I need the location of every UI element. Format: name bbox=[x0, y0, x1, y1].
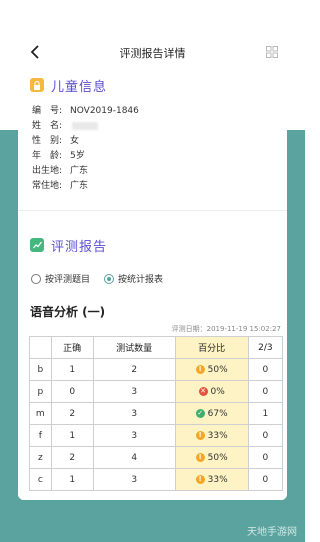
option-label: 按统计报表 bbox=[118, 275, 164, 285]
cell-count: 3 bbox=[92, 424, 176, 447]
table-header-row: 正确 测试数量 百分比 2/3 bbox=[29, 336, 284, 359]
child-info-card: 儿童信息 编 号: NOV2019-1846 姓 名: 性 别: 女 年 龄: … bbox=[18, 74, 287, 211]
top-bar: 评测报告详情 bbox=[18, 38, 287, 68]
child-info-header: 儿童信息 bbox=[18, 74, 287, 96]
info-row-gender: 性 别: 女 bbox=[32, 134, 287, 149]
back-button[interactable] bbox=[28, 45, 42, 61]
cell-sound: f bbox=[29, 424, 52, 447]
cell-sound: c bbox=[29, 468, 52, 491]
cell-percent: ! 50% bbox=[174, 446, 249, 469]
lock-icon bbox=[30, 78, 44, 92]
cell-count: 3 bbox=[92, 380, 176, 403]
cell-correct: 2 bbox=[50, 446, 94, 469]
info-row-name: 姓 名: bbox=[32, 119, 287, 134]
header-sound bbox=[29, 336, 52, 359]
child-name-value bbox=[70, 119, 98, 134]
cell-sound: b bbox=[29, 358, 52, 381]
chevron-left-icon bbox=[30, 45, 39, 59]
info-label: 编 号: bbox=[32, 106, 63, 116]
check-icon: ✓ bbox=[195, 409, 205, 418]
cell-percent: ! 50% bbox=[174, 358, 249, 381]
info-row-id: 编 号: NOV2019-1846 bbox=[32, 104, 287, 119]
table-row: b 1 2 ! 50% 0 bbox=[29, 358, 284, 381]
cell-count: 3 bbox=[92, 468, 176, 491]
header-percent: 百分比 bbox=[174, 336, 249, 359]
cell-percent: ! 33% bbox=[174, 424, 249, 447]
info-row-residence: 常住地: 广东 bbox=[32, 179, 287, 194]
cell-sound: p bbox=[29, 380, 52, 403]
table-row: c 1 3 ! 33% 0 bbox=[29, 468, 284, 491]
table-row: z 2 4 ! 50% 0 bbox=[29, 446, 284, 469]
percent-value: 67% bbox=[207, 408, 228, 419]
analysis-title: 语音分析 (一) bbox=[30, 305, 106, 319]
table-row: m 2 3 ✓ 67% 1 bbox=[29, 402, 284, 425]
child-info-title: 儿童信息 bbox=[51, 79, 108, 95]
info-label: 性 别: bbox=[32, 136, 63, 146]
table-row: p 0 3 ✕ 0% 0 bbox=[29, 380, 284, 403]
cell-ratio: 0 bbox=[247, 358, 284, 381]
birthplace-value: 广东 bbox=[70, 166, 89, 176]
warning-icon: ! bbox=[195, 475, 205, 484]
chart-line-icon bbox=[30, 238, 44, 252]
child-id-value: NOV2019-1846 bbox=[70, 106, 139, 116]
cell-correct: 0 bbox=[50, 380, 94, 403]
radio-checked-icon[interactable] bbox=[104, 273, 115, 284]
percent-value: 50% bbox=[207, 452, 228, 463]
cell-percent: ✓ 67% bbox=[174, 402, 249, 425]
cell-count: 3 bbox=[92, 402, 176, 425]
report-card: 评测报告 按评测题目 按统计报表 语音分析 (一) 评测日期：2019-11-1… bbox=[18, 234, 287, 500]
cell-sound: z bbox=[29, 446, 52, 469]
report-screen: 评测报告详情 儿童信息 编 号: NOV2019-1846 姓 名: 性 别: … bbox=[18, 38, 287, 500]
cell-count: 2 bbox=[92, 358, 176, 381]
info-label: 常住地: bbox=[32, 181, 63, 191]
percent-value: 0% bbox=[210, 386, 225, 397]
report-view-options: 按评测题目 按统计报表 bbox=[18, 272, 287, 285]
info-label: 出生地: bbox=[32, 166, 63, 176]
radio-unchecked-icon[interactable] bbox=[31, 273, 41, 284]
option-label: 按评测题目 bbox=[45, 275, 91, 285]
cell-correct: 1 bbox=[50, 468, 94, 491]
warning-icon: ! bbox=[195, 453, 205, 462]
info-label: 姓 名: bbox=[32, 121, 63, 131]
cell-sound: m bbox=[29, 402, 52, 425]
header-count: 测试数量 bbox=[92, 336, 176, 359]
option-by-question[interactable]: 按评测题目 bbox=[31, 272, 90, 285]
residence-value: 广东 bbox=[70, 181, 89, 191]
warning-icon: ! bbox=[195, 431, 205, 440]
child-info-list: 编 号: NOV2019-1846 姓 名: 性 别: 女 年 龄: 5岁 出生… bbox=[18, 104, 287, 194]
cell-correct: 1 bbox=[50, 424, 94, 447]
cell-percent: ✕ 0% bbox=[174, 380, 249, 403]
header-correct: 正确 bbox=[50, 336, 94, 359]
cell-ratio: 0 bbox=[247, 468, 284, 491]
error-icon: ✕ bbox=[198, 387, 208, 396]
info-row-birthplace: 出生地: 广东 bbox=[32, 164, 287, 179]
watermark-text: 天地手游网 bbox=[247, 527, 297, 538]
cell-ratio: 1 bbox=[247, 402, 284, 425]
percent-value: 50% bbox=[207, 364, 228, 375]
cell-ratio: 0 bbox=[247, 424, 284, 447]
cell-count: 4 bbox=[92, 446, 176, 469]
cell-ratio: 0 bbox=[247, 380, 284, 403]
info-row-age: 年 龄: 5岁 bbox=[32, 149, 287, 164]
percent-value: 33% bbox=[207, 430, 228, 441]
phonetic-table: 正确 测试数量 百分比 2/3 b 1 2 ! 50% 0 p 0 3 ✕ 0%… bbox=[29, 336, 284, 491]
percent-value: 33% bbox=[207, 474, 228, 485]
cell-correct: 1 bbox=[50, 358, 94, 381]
header-ratio: 2/3 bbox=[247, 336, 284, 359]
cell-ratio: 0 bbox=[247, 446, 284, 469]
table-row: f 1 3 ! 33% 0 bbox=[29, 424, 284, 447]
warning-icon: ! bbox=[195, 365, 205, 374]
report-title: 评测报告 bbox=[51, 239, 108, 255]
report-header: 评测报告 bbox=[18, 234, 287, 256]
cell-percent: ! 33% bbox=[174, 468, 249, 491]
grid-icon[interactable] bbox=[266, 46, 278, 58]
redacted-name bbox=[72, 121, 98, 130]
option-by-statistics[interactable]: 按统计报表 bbox=[104, 272, 163, 285]
gender-value: 女 bbox=[70, 136, 80, 146]
info-label: 年 龄: bbox=[32, 151, 63, 161]
evaluation-date: 评测日期：2019-11-19 15:02:27 bbox=[171, 325, 281, 333]
age-value: 5岁 bbox=[70, 151, 85, 161]
cell-correct: 2 bbox=[50, 402, 94, 425]
page-title: 评测报告详情 bbox=[119, 47, 186, 60]
